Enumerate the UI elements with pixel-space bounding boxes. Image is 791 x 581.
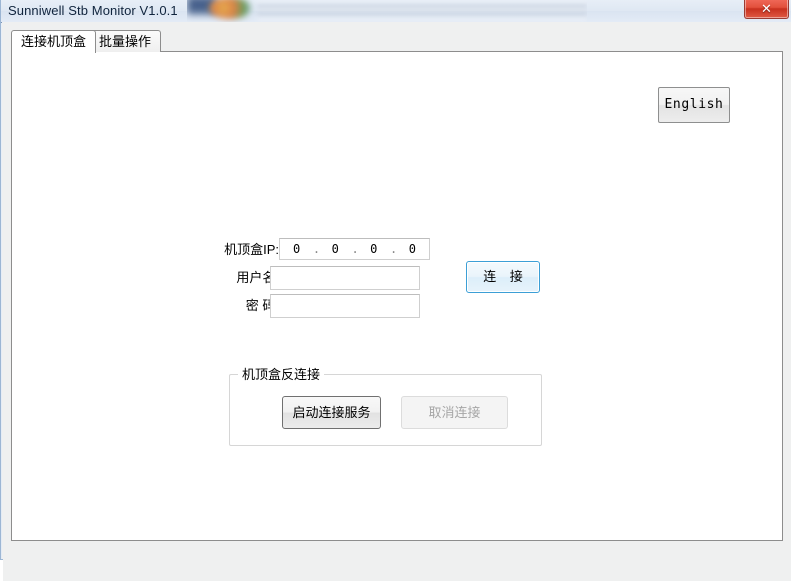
ip-octet-1[interactable]: 0 (288, 242, 306, 256)
cancel-connection-button: 取消连接 (401, 396, 508, 429)
start-connection-service-button[interactable]: 启动连接服务 (282, 396, 381, 429)
bottom-strip (3, 542, 791, 581)
language-toggle-button[interactable]: English (658, 87, 730, 123)
ip-octet-2[interactable]: 0 (326, 242, 344, 256)
password-label: 密 码: (245, 298, 279, 313)
stb-ip-input[interactable]: 0 . 0 . 0 . 0 (279, 238, 430, 260)
username-input[interactable] (270, 266, 420, 290)
ip-separator-3: . (390, 242, 398, 256)
close-icon: ✕ (761, 1, 772, 16)
ip-separator-1: . (312, 242, 321, 256)
window-title: Sunniwell Stb Monitor V1.0.1 (8, 3, 178, 18)
ip-separator-2: . (351, 242, 359, 256)
password-input[interactable] (270, 294, 420, 318)
reverse-connection-groupbox-title: 机顶盒反连接 (238, 367, 325, 382)
client-area: 连接机顶盒 批量操作 English 机顶盒IP: 用户名: 密 码: 0 . … (2, 22, 791, 581)
ip-octet-4[interactable]: 0 (403, 242, 421, 256)
connect-button[interactable]: 连 接 (466, 261, 540, 293)
tab-panel-connect-stb: English 机顶盒IP: 用户名: 密 码: 0 . 0 . 0 . 0 连… (11, 51, 783, 541)
close-button[interactable]: ✕ (744, 0, 789, 19)
tab-strip: 连接机顶盒 批量操作 (11, 30, 783, 53)
username-label: 用户名: (236, 270, 279, 285)
stb-ip-label: 机顶盒IP: (224, 242, 279, 257)
tab-batch-operation[interactable]: 批量操作 (89, 30, 162, 52)
background-window-bleed (187, 0, 587, 22)
ip-octet-3[interactable]: 0 (365, 242, 383, 256)
title-bar[interactable]: Sunniwell Stb Monitor V1.0.1 ✕ (1, 0, 791, 23)
application-window: Sunniwell Stb Monitor V1.0.1 ✕ 连接机顶盒 批量操… (0, 0, 791, 581)
tab-connect-stb[interactable]: 连接机顶盒 (11, 30, 97, 53)
